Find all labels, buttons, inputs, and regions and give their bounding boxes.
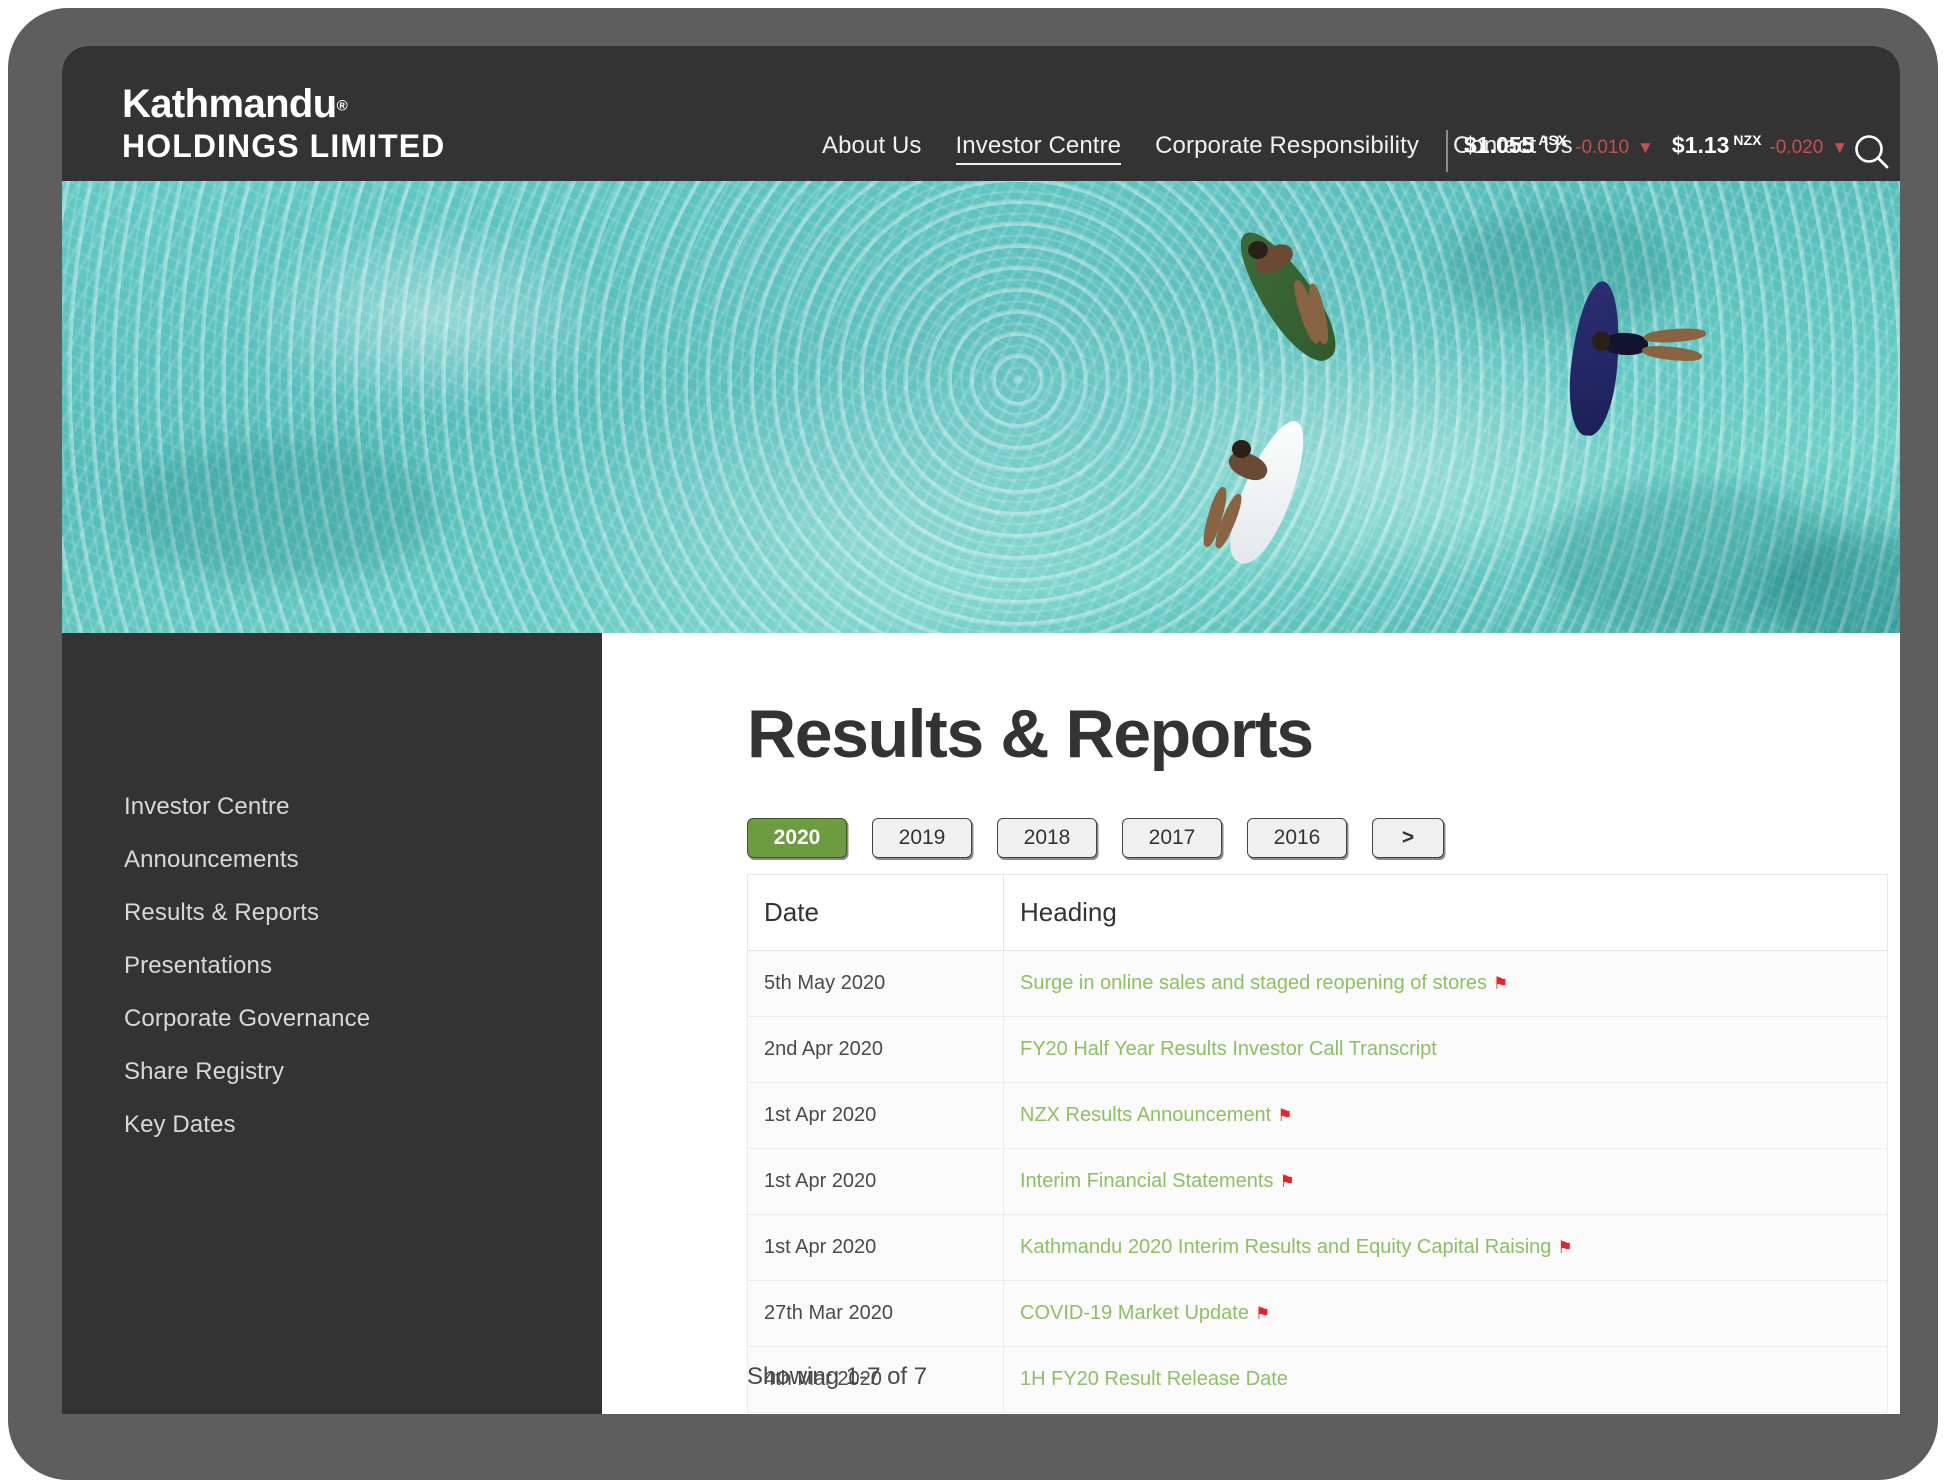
table-row: 1st Apr 2020 NZX Results Announcement ⚑ [747,1082,1888,1149]
cell-date: 1st Apr 2020 [747,1148,1004,1215]
surfer-leg-left [1643,326,1707,345]
cell-date: 27th Mar 2020 [747,1280,1004,1347]
nzx-arrow-down-icon: ▼ [1831,138,1849,157]
cell-heading: NZX Results Announcement ⚑ [1003,1082,1888,1149]
cell-heading: Kathmandu 2020 Interim Results and Equit… [1003,1214,1888,1281]
surfboard-white [1217,412,1319,572]
nav-item-corporate-responsibility[interactable]: Corporate Responsibility [1155,132,1419,160]
main-navigation: About Us Investor Centre Corporate Respo… [822,132,1573,165]
pdf-flag-icon: ⚑ [1557,1238,1573,1257]
column-header-heading[interactable]: Heading [1003,874,1888,951]
table-row: 2nd Apr 2020 FY20 Half Year Results Inve… [747,1016,1888,1083]
results-table: Date Heading 5th May 2020 Surge in onlin… [747,874,1888,1413]
brand-logo[interactable]: Kathmandu® HOLDINGS LIMITED [122,84,445,162]
report-link[interactable]: Kathmandu 2020 Interim Results and Equit… [1020,1236,1551,1258]
pdf-flag-icon: ⚑ [1492,974,1509,993]
table-body: 5th May 2020 Surge in online sales and s… [747,950,1888,1413]
sidebar-item-results-and-reports[interactable]: Results & Reports [62,899,602,927]
report-link[interactable]: NZX Results Announcement [1020,1104,1271,1126]
page-title: Results & Reports [747,696,1314,772]
cell-date: 5th May 2020 [747,950,1004,1017]
cell-heading: Surge in online sales and staged reopeni… [1003,950,1888,1017]
cell-heading: FY20 Half Year Results Investor Call Tra… [1003,1016,1888,1083]
surfboard-navy [1564,279,1626,438]
asx-market-label: ASX [1538,132,1568,148]
year-button-2019[interactable]: 2019 [872,818,972,858]
pdf-flag-icon: ⚑ [1279,1172,1295,1191]
table-header: Date Heading [747,874,1888,951]
hero-banner-image [62,181,1900,633]
report-link[interactable]: FY20 Half Year Results Investor Call Tra… [1020,1038,1437,1060]
report-link[interactable]: Interim Financial Statements [1020,1170,1273,1192]
site-header: Kathmandu® HOLDINGS LIMITED About Us Inv… [62,46,1900,181]
table-row: 5th May 2020 Surge in online sales and s… [747,950,1888,1017]
cell-heading: COVID-19 Market Update ⚑ [1003,1280,1888,1347]
page-body: Investor Centre Announcements Results & … [62,633,1900,1414]
browser-viewport: Kathmandu® HOLDINGS LIMITED About Us Inv… [62,46,1900,1414]
surfboard-green [1224,219,1350,373]
surfer-navy-board [1542,279,1732,441]
year-button-2017[interactable]: 2017 [1122,818,1222,858]
tablet-frame: Kathmandu® HOLDINGS LIMITED About Us Inv… [8,8,1938,1480]
sidebar-item-share-registry[interactable]: Share Registry [62,1058,602,1086]
surfer-head [1592,331,1610,351]
table-row: 27th Mar 2020 COVID-19 Market Update ⚑ [747,1280,1888,1347]
table-row: 1st Apr 2020 Kathmandu 2020 Interim Resu… [747,1214,1888,1281]
surfer-head [1232,440,1251,458]
result-count-label: Showing 1-7 of 7 [747,1363,928,1390]
brand-kathmandu-text: Kathmandu [122,82,337,126]
stock-ticker-group: $1.055 ASX -0.010 ▼ $1.13 NZX -0.020 ▼ [1464,132,1848,159]
sidebar-navigation: Investor Centre Announcements Results & … [62,633,602,1414]
cell-heading: Interim Financial Statements ⚑ [1003,1148,1888,1215]
sidebar-item-key-dates[interactable]: Key Dates [62,1111,602,1139]
nzx-price: $1.13 [1671,132,1730,158]
pdf-flag-icon: ⚑ [1277,1106,1293,1125]
stock-ticker-nzx[interactable]: $1.13 NZX -0.020 ▼ [1672,132,1848,159]
pdf-flag-icon: ⚑ [1254,1304,1271,1323]
next-years-button[interactable]: > [1372,818,1444,858]
cell-date: 1st Apr 2020 [747,1214,1004,1281]
nzx-change: -0.020 [1769,137,1824,158]
year-filter-group: 2020 2019 2018 2017 2016 > [747,818,1444,858]
year-button-2016[interactable]: 2016 [1247,818,1347,858]
header-divider [1446,130,1448,172]
nzx-market-label: NZX [1733,132,1762,148]
table-row: 1st Apr 2020 Interim Financial Statement… [747,1148,1888,1215]
main-content: Results & Reports 2020 2019 2018 2017 20… [602,633,1900,1414]
year-button-2018[interactable]: 2018 [997,818,1097,858]
report-link[interactable]: 1H FY20 Result Release Date [1020,1368,1288,1390]
report-link[interactable]: Surge in online sales and staged reopeni… [1020,972,1487,994]
water-shadow-3 [122,441,442,581]
table-header-row: Date Heading [747,874,1888,951]
cell-date: 2nd Apr 2020 [747,1016,1004,1083]
asx-change: -0.010 [1575,137,1630,158]
brand-holdings-limited-text: HOLDINGS LIMITED [122,128,446,164]
device-bezel: Kathmandu® HOLDINGS LIMITED About Us Inv… [0,0,1946,1480]
cell-heading: 1H FY20 Result Release Date [1003,1346,1888,1413]
sidebar-item-corporate-governance[interactable]: Corporate Governance [62,1005,602,1033]
report-link[interactable]: COVID-19 Market Update [1020,1302,1249,1324]
year-button-2020[interactable]: 2020 [747,818,847,858]
brand-name-line: Kathmandu® [122,84,445,124]
search-icon[interactable] [1850,131,1894,175]
asx-arrow-down-icon: ▼ [1637,138,1654,157]
nav-item-about-us[interactable]: About Us [822,132,922,160]
cell-date: 1st Apr 2020 [747,1082,1004,1149]
registered-trademark-icon: ® [336,97,348,115]
surfer-green-board [1224,211,1422,381]
column-header-date[interactable]: Date [747,874,1004,951]
asx-price: $1.055 [1464,132,1535,158]
nav-item-investor-centre[interactable]: Investor Centre [955,132,1122,165]
sidebar-item-presentations[interactable]: Presentations [62,952,602,980]
surfer-leg-right [1641,343,1703,364]
sidebar-item-announcements[interactable]: Announcements [62,846,602,874]
stock-ticker-asx[interactable]: $1.055 ASX -0.010 ▼ [1464,132,1654,159]
surfer-white-board [1199,396,1382,572]
sidebar-item-investor-centre[interactable]: Investor Centre [62,793,602,821]
surfer-head [1248,241,1268,259]
